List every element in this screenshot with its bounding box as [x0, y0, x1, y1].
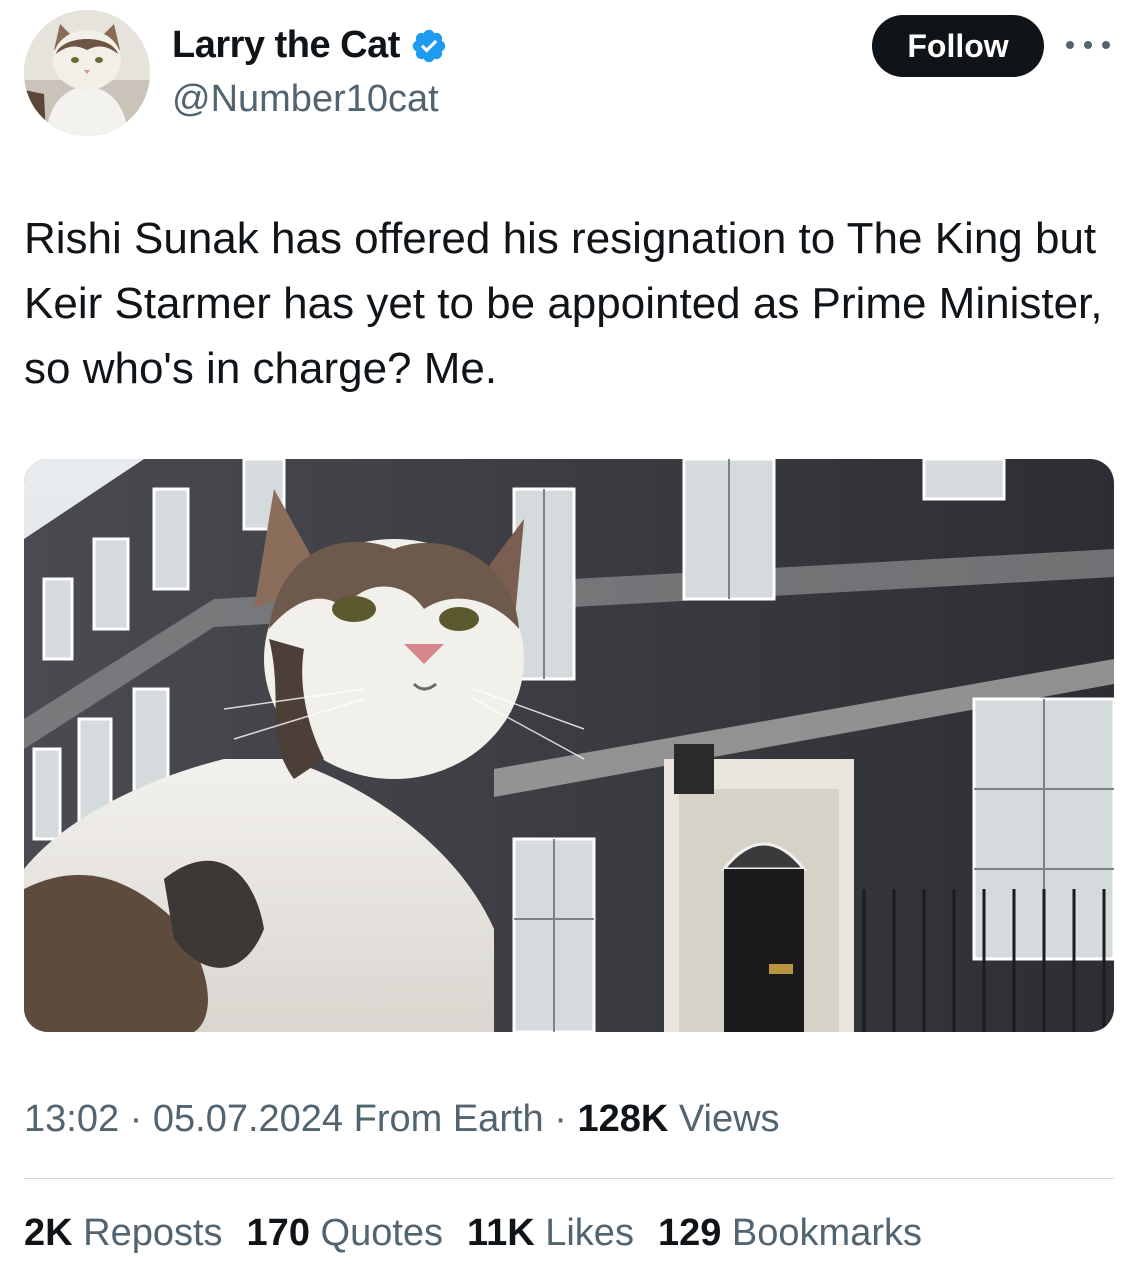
more-horizontal-icon[interactable] — [1066, 30, 1110, 60]
stat-label: Reposts — [83, 1212, 223, 1254]
verified-badge-icon — [410, 27, 448, 65]
display-name[interactable]: Larry the Cat — [172, 24, 400, 67]
tweet-photo[interactable] — [24, 459, 1114, 1032]
tweet-text: Rishi Sunak has offered his resignation … — [24, 214, 1103, 393]
tweet-time[interactable]: 13:02 — [24, 1098, 119, 1140]
stat-count: 129 — [657, 1212, 722, 1254]
stat-count: 2K — [24, 1212, 73, 1254]
stat-bookmarks[interactable]: 129 Bookmarks — [658, 1212, 922, 1255]
photo-cat-downing-street-icon — [24, 459, 1114, 1032]
stat-reposts[interactable]: 2K Reposts — [24, 1212, 223, 1255]
stat-label: Likes — [545, 1212, 634, 1254]
stat-label: Bookmarks — [731, 1212, 922, 1254]
stat-label: Quotes — [320, 1212, 444, 1254]
tweet-card: Larry the Cat @Number10cat Follow Rishi … — [0, 0, 1138, 1280]
stat-count: 11K — [467, 1212, 535, 1254]
stat-quotes[interactable]: 170 Quotes — [247, 1212, 444, 1255]
engagement-stats: 2K Reposts 170 Quotes 11K Likes 129 Book… — [24, 1212, 922, 1255]
meta-separator: · — [129, 1098, 143, 1140]
stat-likes[interactable]: 11K Likes — [467, 1212, 634, 1255]
cat-avatar-icon — [24, 10, 150, 136]
author-handle[interactable]: @Number10cat — [172, 78, 439, 121]
divider — [24, 1178, 1114, 1179]
author-name-row: Larry the Cat — [172, 24, 448, 67]
follow-button[interactable]: Follow — [872, 15, 1044, 77]
views-label: Views — [678, 1098, 780, 1140]
tweet-date[interactable]: 05.07.2024 — [153, 1098, 343, 1140]
tweet-meta: 13:02 · 05.07.2024 From Earth · 128K Vie… — [24, 1098, 780, 1141]
avatar[interactable] — [24, 10, 150, 136]
views-count: 128K — [577, 1098, 669, 1140]
tweet-source: From Earth — [353, 1098, 544, 1140]
meta-separator: · — [554, 1098, 567, 1140]
stat-count: 170 — [246, 1212, 310, 1254]
